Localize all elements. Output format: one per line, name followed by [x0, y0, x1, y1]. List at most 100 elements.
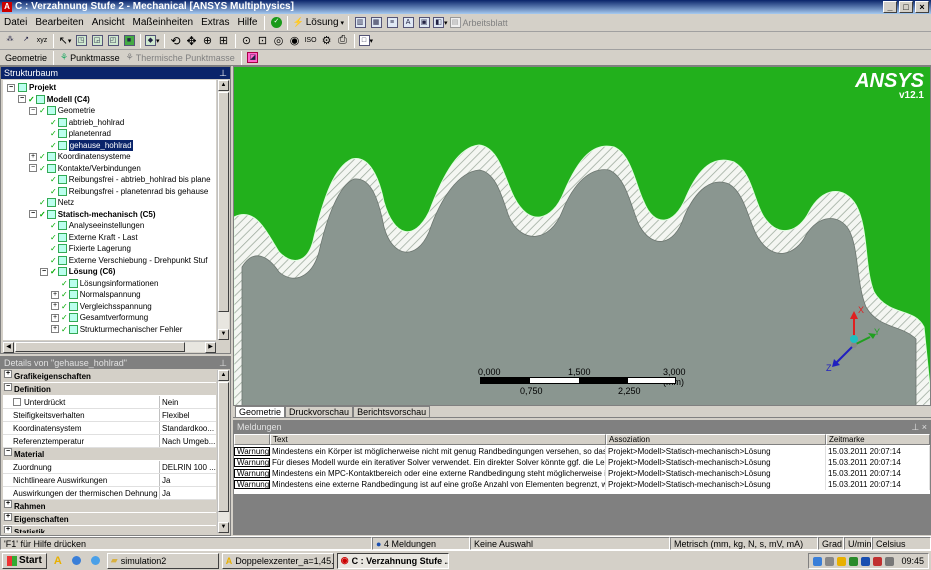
- column-header-text[interactable]: Text: [270, 434, 606, 445]
- scroll-up-icon[interactable]: ▲: [218, 370, 229, 381]
- zoom-fit-icon[interactable]: ⊙: [240, 34, 254, 48]
- category-toggle[interactable]: +: [4, 526, 12, 533]
- property-value[interactable]: Ja: [160, 487, 216, 499]
- suppress-checkbox[interactable]: [13, 398, 21, 406]
- scroll-down-icon[interactable]: ▼: [218, 329, 229, 340]
- rotate-icon[interactable]: ⟲: [169, 34, 183, 48]
- column-header-timestamp[interactable]: Zeitmarke: [826, 434, 930, 445]
- property-value[interactable]: Nach Umgeb...: [160, 435, 216, 447]
- tab-print-preview[interactable]: Druckvorschau: [285, 406, 354, 417]
- select-mode-icon[interactable]: ↖ ▾: [58, 34, 72, 48]
- tree-node[interactable]: − ✓ Kontakte/Verbindungen: [29, 163, 141, 174]
- xyz-select-icon[interactable]: xyz: [35, 34, 49, 48]
- extend-selection-icon[interactable]: ◆ ▾: [145, 34, 160, 48]
- status-rotation-unit[interactable]: U/min: [844, 537, 872, 550]
- display-icon[interactable]: ⚙: [320, 34, 334, 48]
- zoom-box-icon[interactable]: ⊞: [217, 34, 231, 48]
- select-body-icon[interactable]: ■: [122, 34, 136, 48]
- tray-icon-7[interactable]: [885, 556, 895, 566]
- taskbar-item-doppelexzenter[interactable]: A Doppelexzenter_a=1,45...: [221, 552, 334, 569]
- tree-node[interactable]: ✓ Lösungsinformationen: [51, 278, 158, 289]
- column-header-type[interactable]: [234, 434, 270, 445]
- category-toggle[interactable]: −: [4, 383, 12, 391]
- close-button[interactable]: ×: [915, 1, 929, 13]
- select-edge-icon[interactable]: ◲: [90, 34, 104, 48]
- zoom-icon[interactable]: ⊕: [201, 34, 215, 48]
- image-icon[interactable]: ▣: [417, 16, 431, 30]
- menu-ansicht[interactable]: Ansicht: [88, 17, 129, 28]
- check-icon[interactable]: ✓: [269, 16, 283, 30]
- tree-node[interactable]: − ✓ Statisch-mechanisch (C5): [29, 209, 156, 220]
- category-toggle[interactable]: +: [4, 370, 12, 378]
- category-toggle[interactable]: +: [4, 513, 12, 521]
- expand-icon[interactable]: +: [51, 325, 59, 333]
- start-button[interactable]: Start: [2, 552, 47, 569]
- tray-icon-6[interactable]: [873, 556, 883, 566]
- solve-button[interactable]: ⚡ Lösung ▾: [292, 16, 344, 30]
- property-value[interactable]: Flexibel: [160, 409, 216, 421]
- tray-icon-2[interactable]: [825, 556, 835, 566]
- category-toggle[interactable]: −: [4, 448, 12, 456]
- tree-node[interactable]: − Projekt: [7, 82, 56, 93]
- tree-node[interactable]: − ✓ Lösung (C6): [40, 266, 115, 277]
- details-row[interactable]: Steifigkeitsverhalten Flexibel: [3, 409, 216, 422]
- property-value[interactable]: Nein: [160, 396, 216, 408]
- scroll-up-icon[interactable]: ▲: [218, 80, 229, 91]
- property-value[interactable]: Standardkoo...: [160, 422, 216, 434]
- explorer-quicklaunch-icon[interactable]: [70, 554, 84, 568]
- expand-icon[interactable]: +: [51, 290, 59, 299]
- message-row[interactable]: Warnung Mindestens ein MPC-Kontaktbereich…: [234, 468, 930, 479]
- scroll-thumb[interactable]: [218, 382, 229, 512]
- collapse-icon[interactable]: −: [7, 83, 15, 92]
- tree-node[interactable]: ✓ Reibungsfrei - planetenrad bis gehause: [40, 186, 208, 197]
- collapse-icon[interactable]: −: [18, 95, 26, 103]
- column-header-association[interactable]: Assoziation: [606, 434, 826, 445]
- tree-node[interactable]: ✓ Fixierte Lagerung: [40, 243, 131, 254]
- category-toggle[interactable]: +: [4, 500, 12, 508]
- scroll-down-icon[interactable]: ▼: [218, 522, 229, 533]
- menu-bearbeiten[interactable]: Bearbeiten: [31, 17, 87, 28]
- tray-icon-1[interactable]: [813, 556, 823, 566]
- tray-icon-5[interactable]: [861, 556, 871, 566]
- collapse-icon[interactable]: −: [40, 267, 48, 276]
- next-view-icon[interactable]: ◉: [288, 34, 302, 48]
- select-face-icon[interactable]: ◰: [106, 34, 120, 48]
- tree-node[interactable]: ✓ Reibungsfrei - abtrieb_hohlrad bis plan…: [40, 174, 211, 185]
- tab-report-preview[interactable]: Berichtsvorschau: [353, 406, 431, 417]
- tree-node[interactable]: ✓ abtrieb_hohlrad: [40, 117, 124, 128]
- pan-icon[interactable]: ✥: [185, 34, 199, 48]
- tray-icon-3[interactable]: [837, 556, 847, 566]
- tree-node[interactable]: ✓ planetenrad: [40, 128, 111, 139]
- comment-icon[interactable]: ≡: [385, 16, 399, 30]
- details-category[interactable]: + Grafikeigenschaften: [3, 370, 216, 383]
- tree-node[interactable]: ✓ Externe Kraft - Last: [40, 232, 138, 243]
- tree-node[interactable]: ✓ gehause_hohlrad: [40, 139, 133, 151]
- tree-node[interactable]: − ✓ Geometrie: [29, 105, 95, 116]
- menu-datei[interactable]: Datei: [0, 17, 31, 28]
- tree-vertical-scrollbar[interactable]: ▲ ▼: [217, 80, 229, 340]
- menu-masseinheiten[interactable]: Maßeinheiten: [129, 17, 198, 28]
- details-category[interactable]: + Statistik: [3, 526, 216, 533]
- property-value[interactable]: Ja: [160, 474, 216, 486]
- pin-icon[interactable]: ⊥ ×: [911, 421, 927, 433]
- details-row[interactable]: Zuordnung DELRIN 100 ...: [3, 461, 216, 474]
- point-mass-button[interactable]: ⚘ Punktmasse: [57, 52, 123, 63]
- menu-extras[interactable]: Extras: [197, 17, 233, 28]
- details-row[interactable]: Referenztemperatur Nach Umgeb...: [3, 435, 216, 448]
- scroll-thumb[interactable]: [218, 92, 229, 312]
- status-angle-unit[interactable]: Grad: [818, 537, 844, 550]
- scroll-thumb-h[interactable]: [15, 342, 185, 352]
- chart-icon[interactable]: ▦: [369, 16, 383, 30]
- property-value[interactable]: DELRIN 100 ...: [160, 461, 216, 473]
- scroll-right-icon[interactable]: ▶: [205, 342, 216, 353]
- graphics-viewport[interactable]: ANSYS v12.1 0,000 1,500 3,000 (mm) 0,750…: [233, 66, 931, 406]
- status-units[interactable]: Metrisch (mm, kg, N, s, mV, mA): [670, 537, 818, 550]
- details-row[interactable]: Nichtlineare Auswirkungen Ja: [3, 474, 216, 487]
- scroll-left-icon[interactable]: ◀: [3, 342, 14, 353]
- expand-icon[interactable]: +: [51, 302, 59, 310]
- tree-node[interactable]: ✓ Analyseeinstellungen: [40, 220, 144, 231]
- details-row[interactable]: Koordinatensystem Standardkoo...: [3, 422, 216, 435]
- message-row[interactable]: Warnung Mindestens ein Körper ist möglich…: [234, 446, 930, 457]
- new-chart-icon[interactable]: ▥: [353, 16, 367, 30]
- collapse-icon[interactable]: −: [29, 164, 37, 172]
